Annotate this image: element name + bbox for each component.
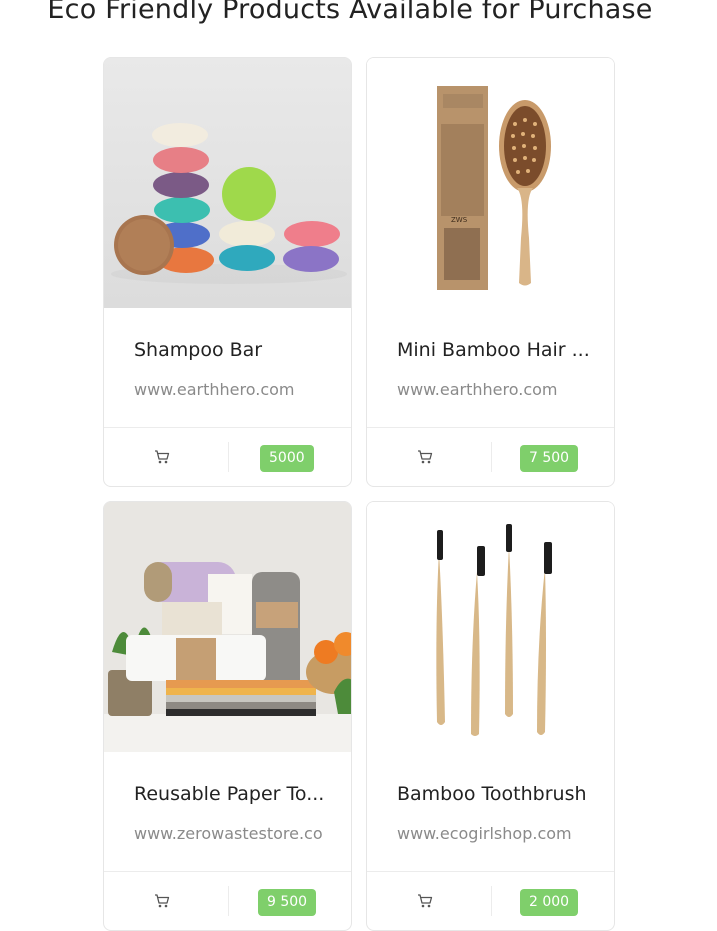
- product-title[interactable]: Reusable Paper To...: [134, 783, 329, 805]
- product-card-bamboo-toothbrush[interactable]: Bamboo Toothbrush www.ecogirlshop.com 2 …: [366, 501, 615, 931]
- product-image[interactable]: [104, 58, 351, 308]
- price-badge: 5000: [260, 445, 314, 472]
- product-card-shampoo-bar[interactable]: Shampoo Bar www.earthhero.com 5000: [103, 57, 352, 487]
- cart-icon: [418, 894, 433, 908]
- product-card-bamboo-hair-brush[interactable]: ZWS Mini Bamboo Hair ... www.earthhero.c…: [366, 57, 615, 487]
- card-footer: 5000: [104, 427, 351, 486]
- product-title[interactable]: Shampoo Bar: [134, 339, 329, 361]
- price-badge: 2 000: [520, 889, 579, 916]
- price-badge: 7 500: [520, 445, 579, 472]
- product-url[interactable]: www.zerowastestore.com: [134, 824, 322, 843]
- card-footer: 2 000: [367, 871, 614, 930]
- product-card-reusable-paper-towels[interactable]: Reusable Paper To... www.zerowastestore.…: [103, 501, 352, 931]
- footer-divider: [228, 442, 229, 472]
- product-title[interactable]: Bamboo Toothbrush: [397, 783, 592, 805]
- product-image[interactable]: ZWS: [367, 58, 614, 308]
- footer-divider: [491, 442, 492, 472]
- product-title[interactable]: Mini Bamboo Hair ...: [397, 339, 592, 361]
- page-title: Eco Friendly Products Available for Purc…: [47, 0, 653, 25]
- footer-divider: [491, 886, 492, 916]
- add-to-cart-button[interactable]: [417, 445, 433, 469]
- add-to-cart-button[interactable]: [154, 889, 170, 913]
- product-url[interactable]: www.earthhero.com: [397, 380, 585, 399]
- add-to-cart-button[interactable]: [417, 889, 433, 913]
- cart-icon: [155, 450, 170, 464]
- svg-text:ZWS: ZWS: [451, 216, 468, 224]
- card-footer: 7 500: [367, 427, 614, 486]
- price-badge: 9 500: [258, 889, 317, 916]
- product-url[interactable]: www.ecogirlshop.com: [397, 824, 585, 843]
- cart-icon: [155, 894, 170, 908]
- product-image[interactable]: [104, 502, 351, 752]
- product-url[interactable]: www.earthhero.com: [134, 380, 322, 399]
- footer-divider: [228, 886, 229, 916]
- card-footer: 9 500: [104, 871, 351, 930]
- cart-icon: [418, 450, 433, 464]
- product-image[interactable]: [367, 502, 614, 752]
- add-to-cart-button[interactable]: [154, 445, 170, 469]
